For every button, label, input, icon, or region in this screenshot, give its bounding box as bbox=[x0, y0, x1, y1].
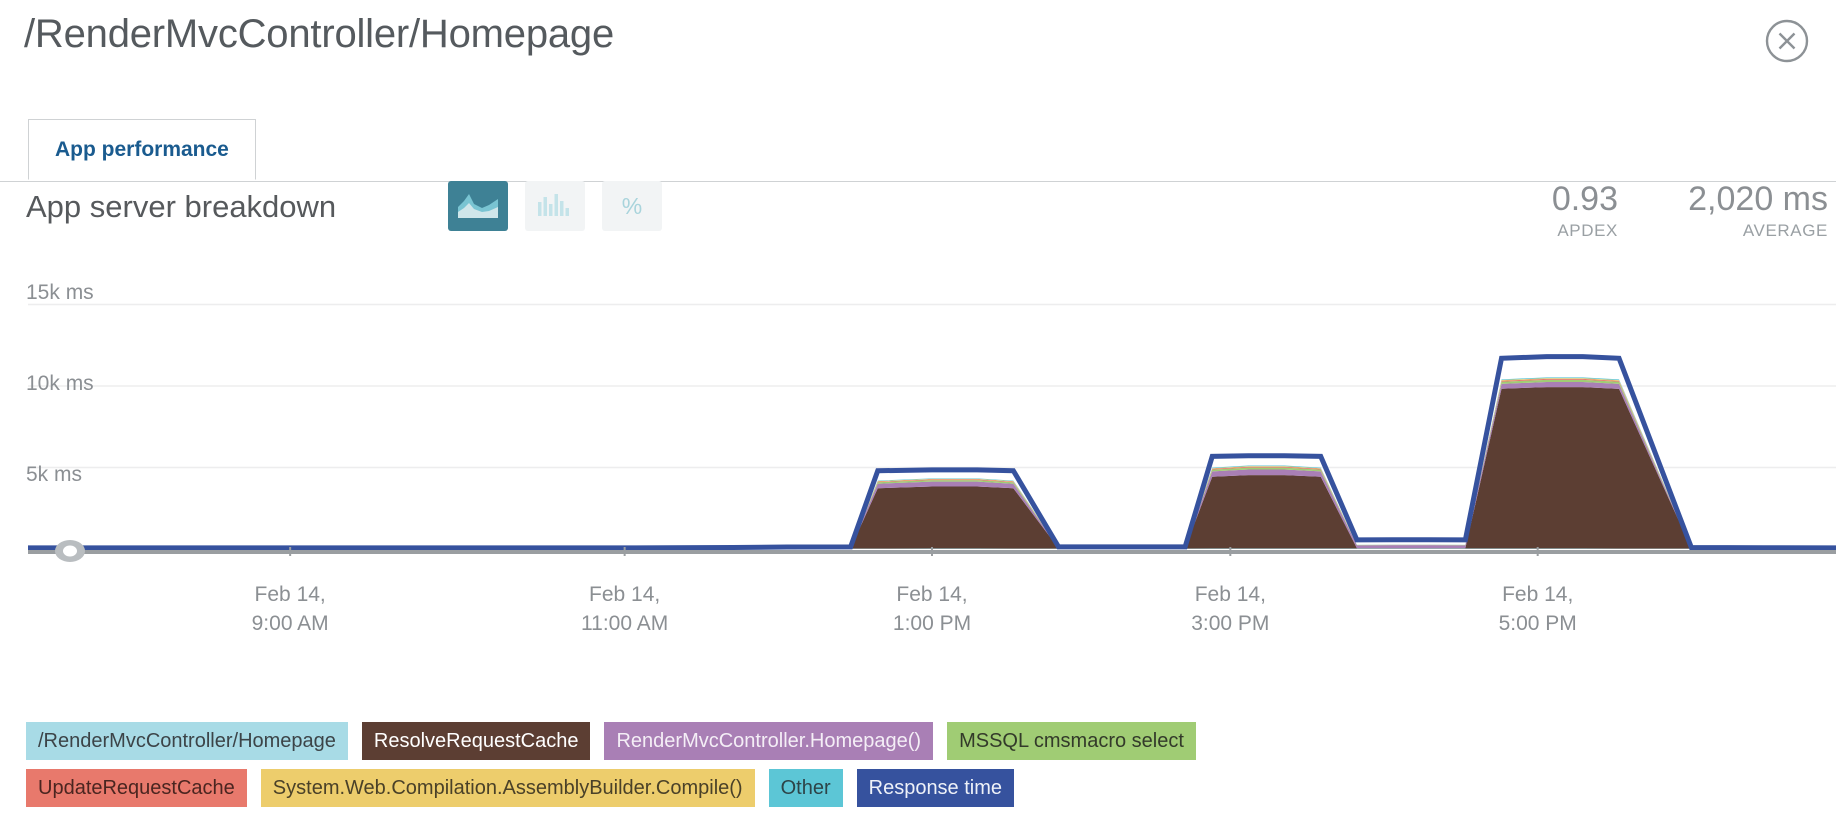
x-axis-tick-time: 11:00 AM bbox=[581, 612, 669, 635]
legend-item[interactable]: RenderMvcController.Homepage() bbox=[604, 722, 934, 760]
section-title: App server breakdown bbox=[26, 189, 337, 224]
legend-item[interactable]: MSSQL cmsmacro select bbox=[947, 722, 1196, 760]
x-axis-tick-date: Feb 14, bbox=[1502, 583, 1574, 606]
x-axis-labels: Feb 14, 9:00 AM Feb 14, 11:00 AM Feb 14, 1:00… bbox=[0, 580, 1836, 650]
legend-row: UpdateRequestCache System.Web.Compilation… bbox=[26, 769, 1826, 807]
metric-average-label: AVERAGE bbox=[1742, 221, 1828, 240]
x-axis-tick-date: Feb 14, bbox=[589, 583, 661, 606]
legend-item[interactable]: UpdateRequestCache bbox=[26, 769, 247, 807]
close-icon[interactable] bbox=[1764, 18, 1810, 64]
x-axis-tick-time: 1:00 PM bbox=[892, 612, 972, 635]
metric-average-value: 2,020 ms bbox=[1688, 180, 1828, 218]
x-axis-tick-date: Feb 14, bbox=[896, 583, 968, 606]
area-chart-icon bbox=[458, 190, 498, 223]
x-axis-tick-1: Feb 14, 11:00 AM bbox=[515, 580, 735, 638]
metric-apdex-value: 0.93 bbox=[1551, 180, 1618, 218]
metric-average: 2,020 ms AVERAGE bbox=[1688, 179, 1828, 243]
tab-bar: App performance bbox=[0, 119, 1836, 182]
x-axis-tick-3: Feb 14, 3:00 PM bbox=[1120, 580, 1340, 638]
app-server-breakdown-chart[interactable] bbox=[0, 272, 1836, 582]
legend-item[interactable]: ResolveRequestCache bbox=[361, 722, 591, 760]
y-axis-tick-10k: 10k ms bbox=[26, 372, 94, 395]
chart-legend: /RenderMvcController/Homepage ResolveRequ… bbox=[26, 722, 1826, 816]
x-axis-tick-2: Feb 14, 1:00 PM bbox=[822, 580, 1042, 638]
page-header: /RenderMvcController/Homepage bbox=[0, 0, 1836, 95]
area-chart-view-button[interactable] bbox=[448, 181, 508, 231]
metric-apdex: 0.93 APDEX bbox=[1552, 179, 1618, 243]
legend-item[interactable]: Response time bbox=[856, 769, 1015, 807]
chart-header: App server breakdown % 0.93 APDEX 2,020 … bbox=[0, 179, 1836, 261]
bar-chart-icon bbox=[537, 192, 573, 221]
y-axis-tick-5k: 5k ms bbox=[26, 463, 83, 486]
x-axis-tick-time: 9:00 AM bbox=[251, 612, 329, 635]
x-axis-tick-time: 5:00 PM bbox=[1498, 612, 1577, 635]
chart-plot-area[interactable] bbox=[28, 272, 1836, 572]
x-axis-tick-4: Feb 14, 5:00 PM bbox=[1428, 580, 1648, 638]
page-title: /RenderMvcController/Homepage bbox=[24, 12, 615, 56]
x-axis-tick-date: Feb 14, bbox=[1194, 583, 1266, 606]
legend-row: /RenderMvcController/Homepage ResolveRequ… bbox=[26, 722, 1826, 760]
legend-item[interactable]: Other bbox=[768, 769, 843, 807]
chart-svg bbox=[28, 303, 1836, 556]
percent-icon: % bbox=[621, 192, 643, 219]
legend-item[interactable]: System.Web.Compilation.AssemblyBuilder.C… bbox=[260, 769, 755, 807]
x-axis-tick-0: Feb 14, 9:00 AM bbox=[180, 580, 400, 638]
bar-chart-view-button[interactable] bbox=[525, 181, 585, 231]
y-axis-tick-15k: 15k ms bbox=[26, 281, 94, 304]
tab-label: App performance bbox=[55, 137, 229, 161]
legend-item[interactable]: /RenderMvcController/Homepage bbox=[26, 722, 348, 760]
percent-view-button[interactable]: % bbox=[602, 181, 662, 231]
x-axis-tick-time: 3:00 PM bbox=[1191, 612, 1270, 635]
x-axis-tick-date: Feb 14, bbox=[254, 583, 326, 606]
chart-origin-handle-icon[interactable] bbox=[52, 537, 88, 565]
metric-apdex-label: APDEX bbox=[1557, 221, 1618, 240]
tab-app-performance[interactable]: App performance bbox=[28, 119, 256, 180]
